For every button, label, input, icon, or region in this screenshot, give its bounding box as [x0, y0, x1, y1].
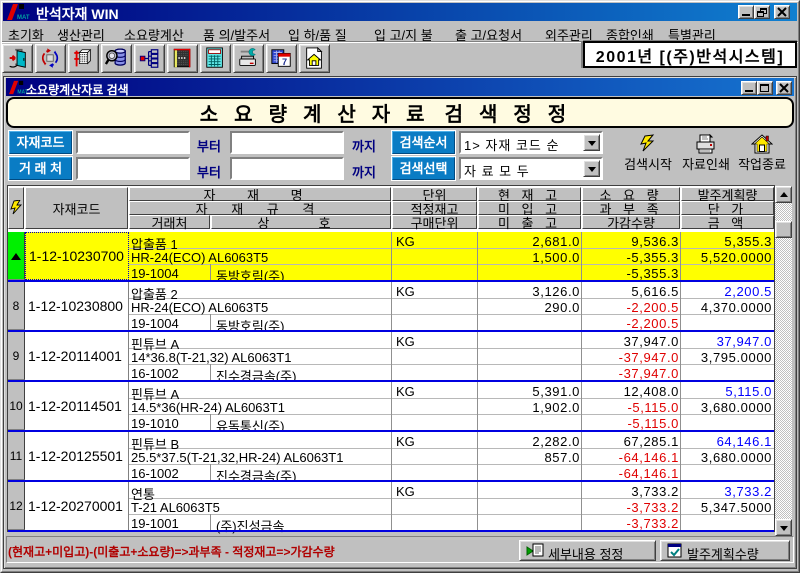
svg-text:7: 7 — [282, 57, 287, 67]
svg-text:MAT: MAT — [17, 15, 30, 21]
